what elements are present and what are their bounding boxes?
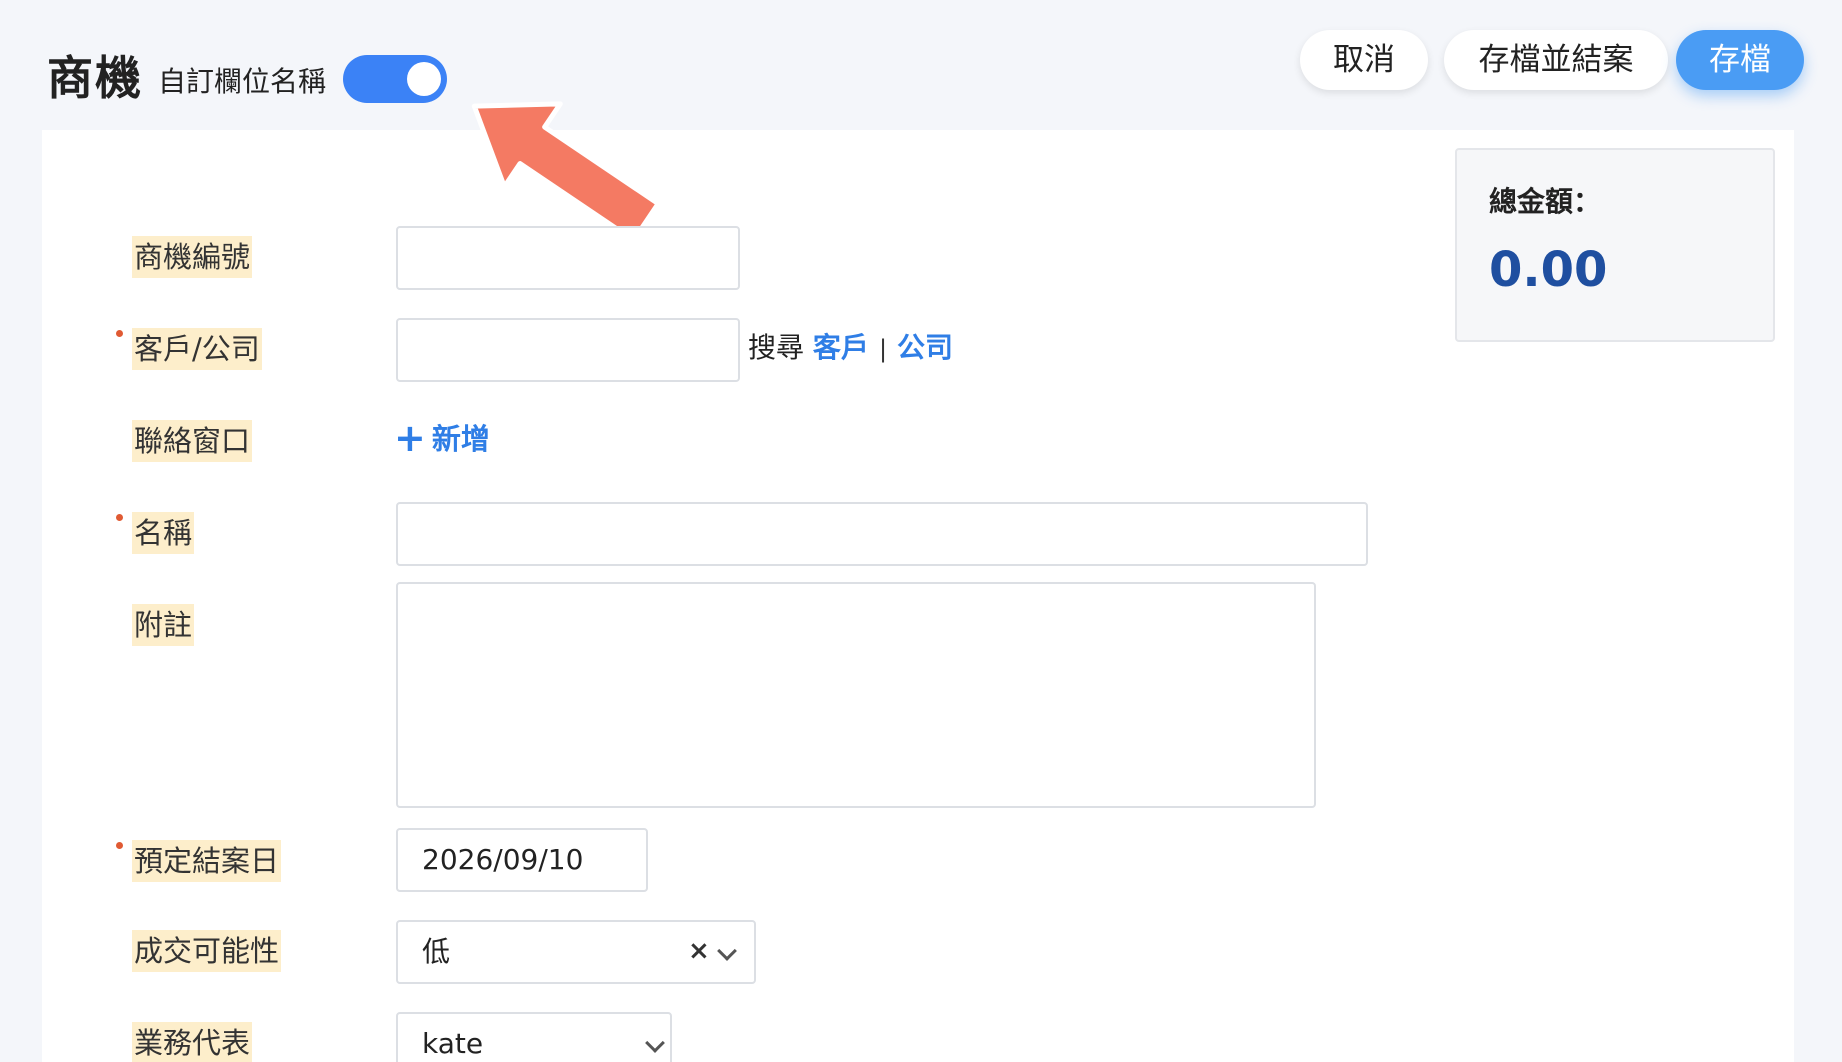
search-prefix: 搜尋 (748, 331, 805, 364)
total-amount-label: 總金額： (1489, 185, 1602, 218)
sales-rep-label: 業務代表 (132, 1022, 253, 1062)
search-company-link[interactable]: 公司 (897, 331, 953, 364)
probability-value: 低 (422, 935, 451, 968)
sales-rep-select[interactable]: kate (396, 1012, 672, 1062)
opportunity-no-input[interactable] (396, 226, 740, 290)
page-header: 商機 自訂欄位名稱 取消 存檔並結案 存檔 (0, 0, 1842, 130)
save-button[interactable]: 存檔 (1676, 30, 1804, 90)
search-customer-link[interactable]: 客戶 (813, 331, 869, 364)
toggle-knob (407, 62, 441, 96)
note-textarea[interactable] (396, 582, 1316, 808)
required-marker (116, 330, 123, 337)
customer-search-links: 搜尋 客戶 | 公司 (748, 328, 953, 369)
save-and-close-button[interactable]: 存檔並結案 (1444, 30, 1668, 90)
required-marker (116, 514, 123, 521)
close-date-input[interactable]: 2026/09/10 (396, 828, 648, 892)
probability-label: 成交可能性 (132, 930, 282, 972)
name-input[interactable] (396, 502, 1368, 566)
required-marker (116, 842, 123, 849)
note-label: 附註 (132, 604, 195, 646)
opportunity-no-label: 商機編號 (132, 236, 253, 278)
total-amount-value: 0.00 (1489, 242, 1608, 298)
add-contact-link[interactable]: + 新增 (394, 418, 490, 459)
cancel-button[interactable]: 取消 (1300, 30, 1428, 90)
total-amount-card: 總金額： 0.00 (1455, 148, 1775, 342)
annotation-arrow-icon (471, 101, 661, 243)
clear-icon[interactable]: × (688, 936, 710, 966)
custom-field-name-toggle[interactable] (343, 55, 447, 103)
add-contact-text: 新增 (431, 422, 490, 456)
page-title: 商機 (47, 51, 143, 105)
sales-rep-value: kate (422, 1027, 484, 1060)
custom-field-name-label: 自訂欄位名稱 (158, 65, 327, 98)
customer-company-input[interactable] (396, 318, 740, 382)
close-date-label: 預定結案日 (132, 840, 282, 882)
search-separator: | (878, 335, 888, 363)
name-label: 名稱 (132, 512, 195, 554)
customer-company-label: 客戶/公司 (132, 328, 262, 370)
contact-label: 聯絡窗口 (132, 420, 253, 462)
plus-icon: + (394, 416, 426, 460)
